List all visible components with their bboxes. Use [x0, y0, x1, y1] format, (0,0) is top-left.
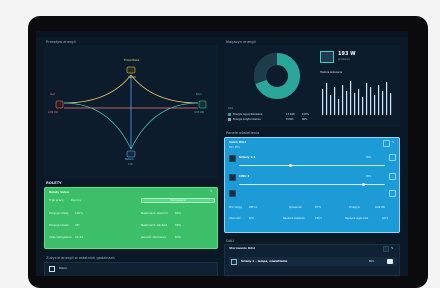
energy-mag-title: Magazyn energii [226, 40, 256, 44]
stat-1-v2: 230 V [315, 217, 322, 220]
stat-1-k3: Napięcie wyjściowe [345, 217, 369, 220]
power-icon [320, 51, 334, 63]
node-left-label: Sieć [50, 93, 55, 96]
stat-0-v3: 0,00 kW [375, 206, 385, 209]
channel-0-pct: 45% [366, 156, 372, 159]
stat-1-v3: 0,6 V [382, 217, 389, 220]
house-node-icon [198, 100, 207, 109]
dali-row-toggle[interactable] [387, 259, 393, 264]
energy-donut [253, 52, 300, 99]
blind-row-1-val: 100% [75, 211, 83, 215]
blind-row-2-key: Pozycja lameli [49, 223, 69, 227]
sun-node-icon [126, 66, 136, 74]
donut-remaining [253, 52, 278, 85]
legend-0-swatch [228, 113, 231, 116]
stat-0-k2: Sprawność [289, 206, 302, 209]
node-left-value: 2,84 kW [48, 111, 58, 114]
stat-0-v2: 87 % [315, 206, 322, 209]
legend-1-label: Energia zużyta lokalnie [233, 118, 261, 121]
channel-1-name: CWU 3 [239, 174, 250, 178]
lighting-card[interactable]: Salon DALI Dim 45% ✎ Ściany 1-3 45% CWU … [224, 137, 400, 233]
stat-0-k3: Przepływ [349, 206, 360, 209]
blind-control-button[interactable]: Sterowanie [141, 198, 215, 203]
stat-0-v: 285 lm [249, 206, 258, 209]
legend-1-swatch [228, 118, 231, 121]
channel-0-menu-button[interactable] [389, 154, 396, 161]
legend-0-pct: 100% [302, 113, 309, 116]
dali-card-title: Sterowanie DALI [229, 246, 256, 250]
lighting-title: Panele oświetlenia [226, 131, 260, 135]
legend-1-pct: 66% [302, 118, 308, 121]
blind-row-1-key2: Nasłonecz. wschód [141, 211, 168, 215]
history-title: Historia ładowania [320, 71, 343, 74]
lighting-scene-button[interactable] [229, 190, 236, 197]
dali-panel: Sterowanie DALI ✎ Ściany 1 – lampa, oświ… [224, 244, 400, 276]
blind-row-2-val2: 98% [175, 223, 182, 227]
node-bottom-label: Bateria [125, 158, 134, 161]
node-right-value: 3,03 kW [194, 111, 204, 114]
dali-row-label: Ściany 1 – lampa, oświetlenie [241, 259, 288, 263]
dashboard-screen: Przepływ energii Fotowoltaika 193 W Sieć… [36, 31, 408, 276]
channel-0-slider[interactable] [239, 165, 385, 166]
stat-1-k2: Napięcie zasilania [283, 217, 305, 220]
energy-flow-title: Przepływ energii [46, 40, 76, 44]
history-bars [322, 81, 392, 115]
channel-0-icon [229, 155, 236, 162]
power-value: 193 W [338, 51, 356, 57]
node-bottom-value: 0 W [128, 163, 133, 166]
legend-0-value: 12 kWh [286, 113, 296, 116]
bottom-left-panel: Pobór [44, 262, 218, 276]
blind-row-2-key2: Nasłonecz. zachód [141, 223, 168, 227]
channel-1-menu-button[interactable] [389, 173, 396, 180]
bottom-right-title: DALI [226, 239, 235, 243]
dali-toggle-button[interactable] [383, 246, 389, 252]
legend-0-label: Energia wyprodukowana [233, 113, 263, 116]
channel-1-slider-knob[interactable] [362, 182, 366, 186]
bottom-left-title: Zużycie energii w ostatnich godzinach [46, 256, 115, 260]
blind-control-button-label: Sterowanie [170, 198, 186, 202]
lighting-card-sub: Dim 45% [229, 146, 240, 149]
edit-icon[interactable]: ✎ [210, 190, 213, 193]
lighting-extra-button[interactable] [389, 190, 396, 197]
energy-flow-panel: Fotowoltaika 193 W Sieć 2,84 kW Dom 3,03… [44, 45, 218, 178]
blind-card[interactable]: Rolety Salon ✎ Tryb pracy Ręczny Sterowa… [44, 187, 218, 249]
lighting-card-title: Salon DALI [229, 140, 247, 144]
channel-0-slider-knob[interactable] [289, 163, 293, 167]
blind-row-0-key: Tryb pracy [49, 198, 64, 202]
power-sub: produkcja [338, 58, 350, 61]
stat-1-v: 8,8 l [249, 217, 255, 220]
blind-row-3-key2: Jasność otoczenia [141, 235, 166, 239]
dali-row-icon [231, 258, 237, 265]
battery-node-icon [126, 150, 136, 158]
channel-1-pct: 86% [366, 175, 372, 178]
consumption-icon [49, 266, 55, 272]
top-bar [36, 31, 408, 37]
blind-row-1-key: Pozycja rolety [49, 211, 69, 215]
bottom-left-item: Pobór [59, 266, 67, 270]
blind-row-0-val: Ręczny [71, 198, 82, 202]
stat-0-k: Moc lampy [229, 206, 242, 209]
dali-row[interactable]: Ściany 1 – lampa, oświetlenie 86% [229, 257, 397, 266]
blind-row-2-val: 45° [75, 223, 80, 227]
blind-row-3-val: 21:44 [75, 235, 84, 239]
grid-node-icon [55, 100, 64, 109]
channel-0-name: Ściany 1-3 [239, 155, 256, 159]
blind-title: ROLETY [46, 181, 62, 185]
dali-edit-icon[interactable]: ✎ [391, 247, 394, 250]
energy-mag-panel: Dziś Energia wyprodukowana 12 kWh 100% E… [224, 45, 400, 127]
blind-row-3-val2: 80% [175, 235, 182, 239]
legend-1-value: 8 kWh [286, 118, 294, 121]
blind-card-title: Rolety Salon [49, 190, 69, 194]
blind-row-3-key: Czas zamykania [49, 235, 72, 239]
legend-title: Dziś [228, 107, 234, 110]
node-top-value: 193 W [128, 76, 136, 79]
node-right-label: Dom [196, 93, 202, 96]
stat-1-k: Obecność [229, 217, 241, 220]
lighting-edit-icon[interactable]: ✎ [392, 141, 395, 144]
dali-row-pct: 86% [369, 260, 375, 263]
channel-1-icon [229, 174, 236, 181]
blind-row-1-val2: 86% [175, 211, 182, 215]
node-top-label: Fotowoltaika [124, 59, 140, 62]
lighting-toggle-button[interactable] [383, 140, 390, 147]
